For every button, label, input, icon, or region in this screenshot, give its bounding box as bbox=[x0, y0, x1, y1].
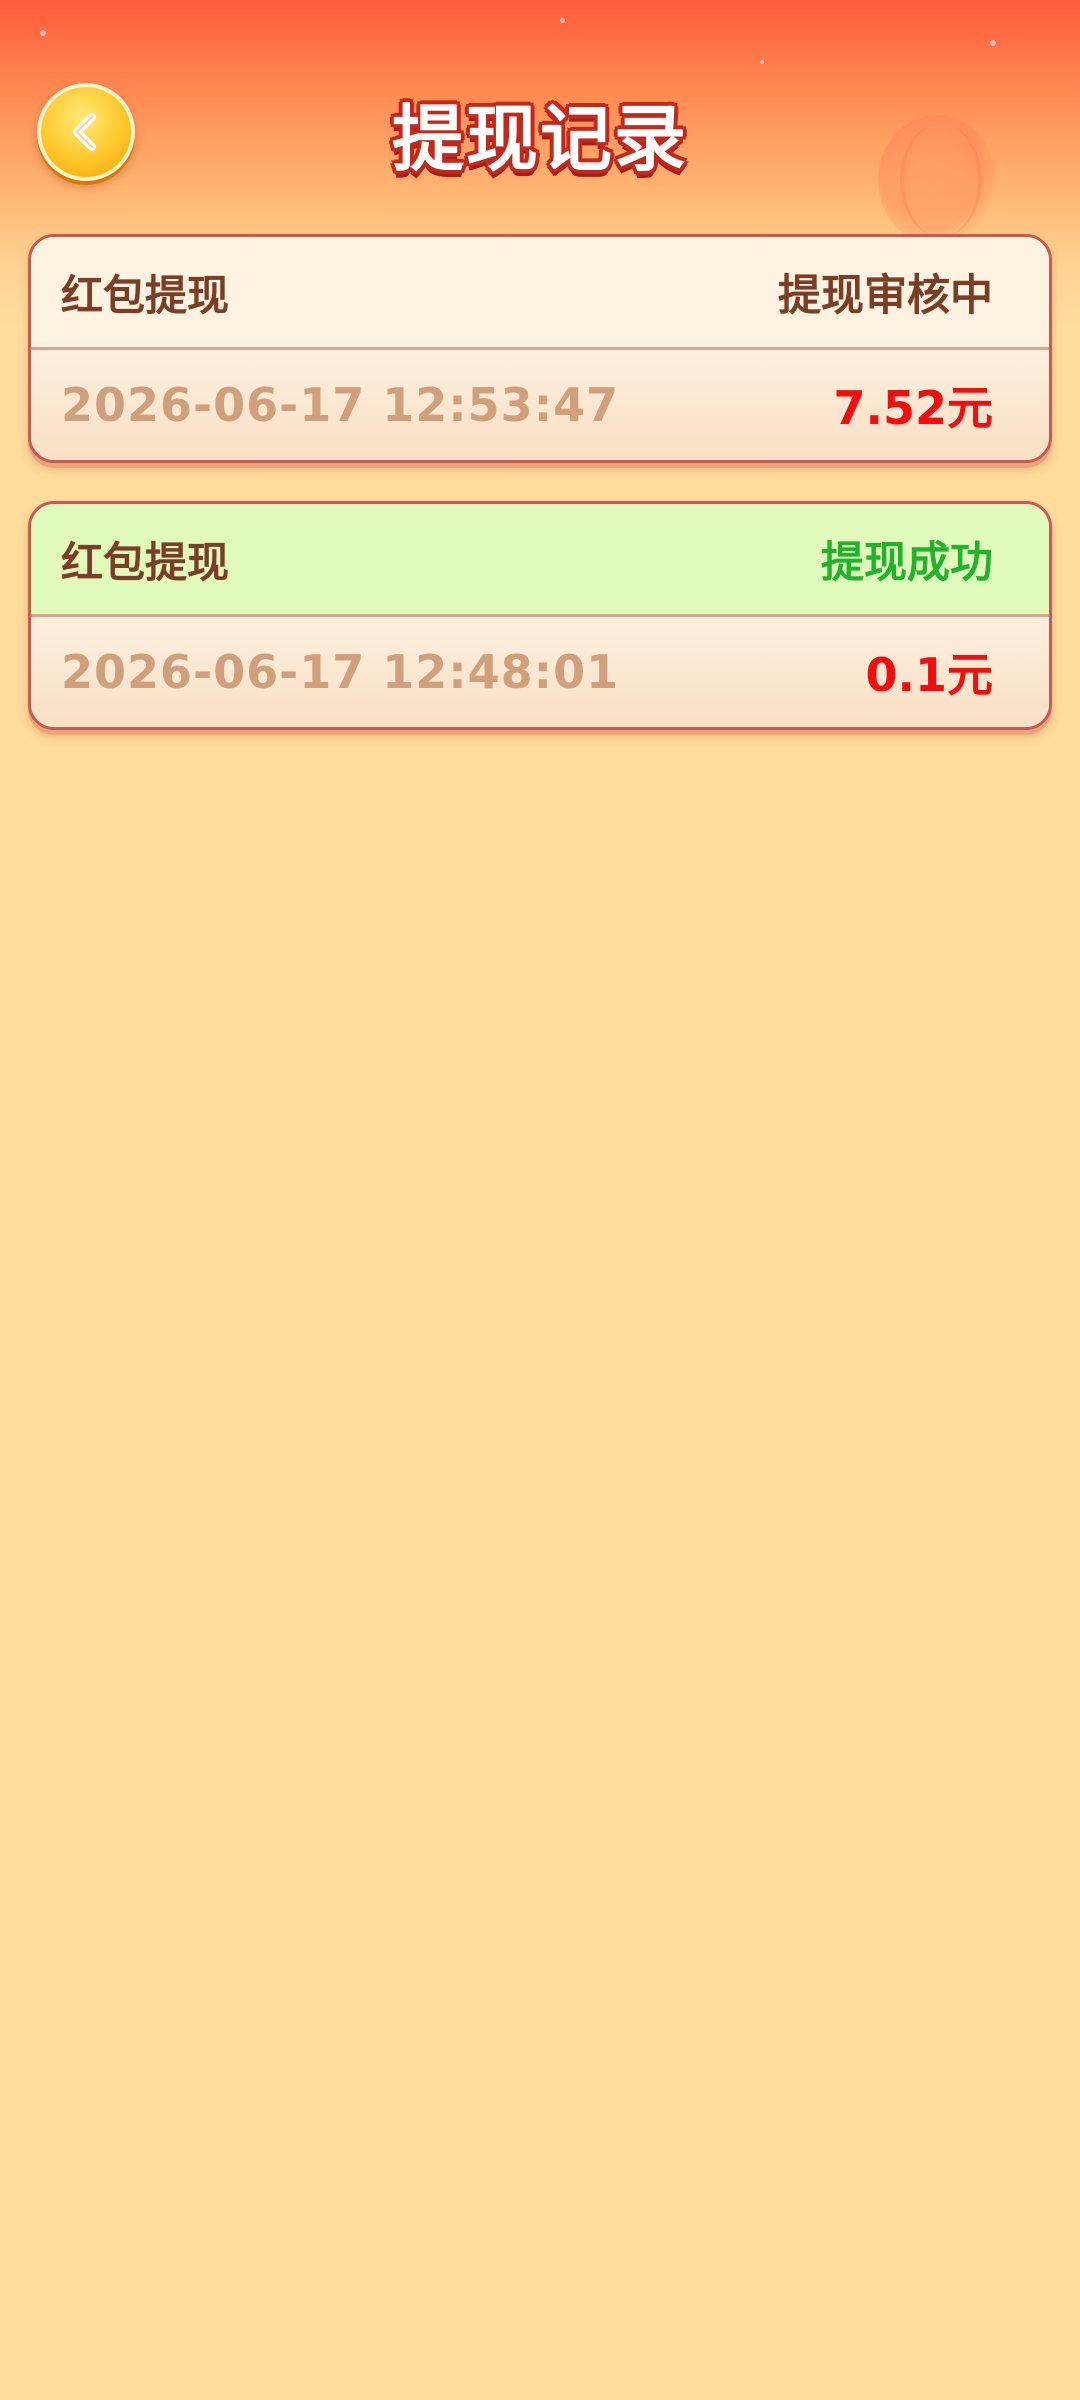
record-amount: 0.1元 bbox=[865, 648, 994, 702]
sparkle-decoration bbox=[40, 30, 46, 36]
record-status-success: 提现成功 bbox=[821, 538, 993, 588]
withdrawal-record-card[interactable]: 红包提现 提现审核中 2026-06-17 12:53:47 7.52元 bbox=[28, 234, 1052, 463]
record-detail-row: 2026-06-17 12:48:01 0.1元 bbox=[31, 617, 1049, 727]
record-type: 红包提现 bbox=[61, 270, 230, 320]
record-header-row: 红包提现 提现审核中 bbox=[31, 237, 1049, 350]
record-type: 红包提现 bbox=[61, 537, 230, 587]
sparkle-decoration bbox=[990, 40, 996, 46]
record-detail-row: 2026-06-17 12:53:47 7.52元 bbox=[31, 350, 1049, 460]
withdrawal-record-card[interactable]: 红包提现 提现成功 2026-06-17 12:48:01 0.1元 bbox=[28, 501, 1052, 730]
page-title: 提现记录 bbox=[391, 97, 688, 181]
sparkle-decoration bbox=[760, 60, 764, 64]
record-amount: 7.52元 bbox=[833, 381, 994, 435]
record-time: 2026-06-17 12:48:01 bbox=[61, 645, 620, 699]
record-header-row: 红包提现 提现成功 bbox=[31, 504, 1049, 617]
sparkle-decoration bbox=[560, 18, 565, 23]
record-status-pending: 提现审核中 bbox=[778, 271, 993, 321]
record-time: 2026-06-17 12:53:47 bbox=[61, 378, 620, 432]
withdrawal-record-list: 红包提现 提现审核中 2026-06-17 12:53:47 7.52元 红包提… bbox=[28, 234, 1052, 768]
